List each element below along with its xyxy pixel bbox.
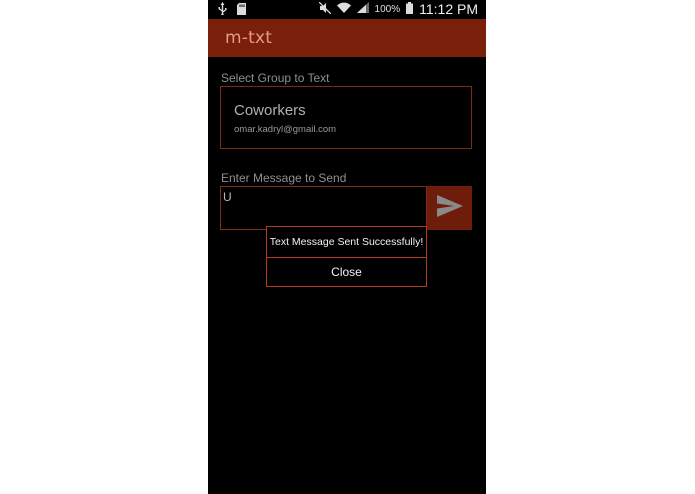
- battery-icon: [406, 1, 414, 17]
- clock: 11:12 PM: [419, 1, 478, 17]
- sd-card-icon: [237, 2, 246, 18]
- close-button[interactable]: Close: [267, 257, 426, 286]
- group-selector[interactable]: Coworkers omar.kadryl@gmail.com: [220, 86, 472, 149]
- message-input[interactable]: U: [220, 186, 427, 230]
- message-section-label: Enter Message to Send: [221, 171, 347, 185]
- mute-icon: [318, 1, 331, 17]
- usb-icon: [218, 2, 227, 18]
- phone-screen: 100% 11:12 PM m-txt Select Group to Text…: [208, 0, 486, 494]
- send-icon: [436, 195, 463, 221]
- battery-percent: 100%: [374, 3, 401, 15]
- dialog-message: Text Message Sent Successfully!: [267, 227, 426, 258]
- success-dialog: Text Message Sent Successfully! Close: [266, 226, 427, 287]
- send-button[interactable]: [427, 186, 472, 230]
- group-name: Coworkers: [234, 102, 306, 119]
- status-bar: 100% 11:12 PM: [208, 0, 486, 19]
- app-bar: m-txt: [208, 19, 486, 57]
- signal-icon: [356, 2, 369, 16]
- wifi-icon: [336, 2, 351, 16]
- group-email: omar.kadryl@gmail.com: [234, 124, 337, 135]
- app-title: m-txt: [225, 28, 273, 48]
- group-section-label: Select Group to Text: [221, 71, 330, 85]
